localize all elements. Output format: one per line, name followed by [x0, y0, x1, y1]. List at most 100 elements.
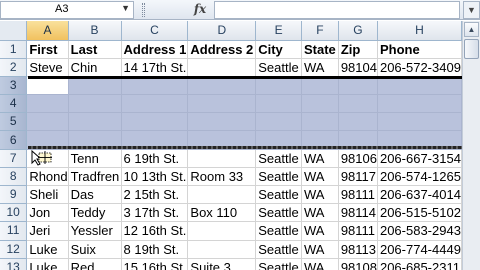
cell[interactable]: Phone	[377, 40, 462, 59]
cell[interactable]: Suite 3	[187, 258, 257, 270]
cell[interactable]: Seattle	[255, 149, 302, 168]
cell[interactable]: Seattle	[255, 203, 302, 223]
cell[interactable]: Tradfren	[68, 167, 122, 187]
row-header[interactable]: 8	[0, 167, 28, 187]
row-header[interactable]: 6	[0, 130, 28, 150]
cell[interactable]	[377, 94, 462, 114]
cell[interactable]	[187, 76, 257, 96]
cell[interactable]: Rhond	[26, 167, 69, 187]
column-header-f[interactable]: F	[301, 21, 339, 41]
cell[interactable]	[121, 76, 189, 96]
cell[interactable]: 98111	[338, 221, 378, 241]
cell[interactable]: Yessler	[68, 221, 122, 241]
cell[interactable]	[377, 112, 462, 132]
cell[interactable]	[187, 185, 257, 205]
cell[interactable]: 12 16th St.	[121, 221, 189, 241]
cell[interactable]: Seattle	[255, 258, 302, 270]
row-header[interactable]: 4	[0, 94, 28, 114]
active-cell[interactable]	[26, 76, 69, 96]
cell[interactable]: 14 17th St.	[121, 58, 189, 77]
name-box[interactable]: A3 ▼	[0, 1, 134, 19]
cell[interactable]	[301, 76, 339, 96]
row-header[interactable]: 12	[0, 240, 28, 259]
vertical-scrollbar[interactable]: ▲	[462, 21, 480, 270]
cell[interactable]: First	[26, 40, 69, 59]
cell[interactable]	[68, 112, 122, 132]
cell[interactable]: 98113	[338, 240, 378, 259]
cell[interactable]	[255, 94, 302, 114]
cell[interactable]: 98106	[338, 149, 378, 168]
cell[interactable]: 98117	[338, 167, 378, 187]
cell[interactable]	[26, 94, 69, 114]
cell[interactable]: Steve	[26, 58, 69, 77]
cell[interactable]: Das	[68, 185, 122, 205]
cell[interactable]: WA	[301, 167, 339, 187]
cell[interactable]: WA	[301, 240, 339, 259]
row-header[interactable]: 13	[0, 258, 28, 270]
cell[interactable]: 206-685-2311	[377, 258, 462, 270]
cell[interactable]: WA	[301, 258, 339, 270]
cell[interactable]: Luke	[26, 240, 69, 259]
column-header-g[interactable]: G	[338, 21, 378, 41]
cell[interactable]: Chin	[68, 58, 122, 77]
insert-function-button[interactable]: fx	[188, 0, 212, 19]
cell[interactable]: 206-774-4449	[377, 240, 462, 259]
cell[interactable]: 2 15th St.	[121, 185, 189, 205]
cell[interactable]	[121, 94, 189, 114]
row-header[interactable]: 7	[0, 149, 28, 168]
cell[interactable]: Luke	[26, 258, 69, 270]
cell[interactable]: 98104	[338, 58, 378, 77]
expand-formula-bar-icon[interactable]: ▼	[463, 1, 480, 19]
scroll-thumb[interactable]	[464, 39, 479, 59]
row-header[interactable]: 2	[0, 58, 28, 77]
cell[interactable]	[68, 94, 122, 114]
column-header-d[interactable]: D	[187, 21, 257, 41]
row-header[interactable]: 9	[0, 185, 28, 205]
cell[interactable]: Sheli	[26, 185, 69, 205]
cell[interactable]: Seattle	[255, 240, 302, 259]
row-header[interactable]: 10	[0, 203, 28, 223]
cell[interactable]	[377, 76, 462, 96]
cell[interactable]: 3 17th St.	[121, 203, 189, 223]
formula-bar-grip[interactable]	[142, 3, 145, 17]
cell[interactable]: State	[301, 40, 339, 59]
cell[interactable]: WA	[301, 58, 339, 77]
cell[interactable]: Seattle	[255, 167, 302, 187]
cell[interactable]: Room 33	[187, 167, 257, 187]
cell[interactable]	[187, 58, 257, 77]
select-all-corner[interactable]	[0, 21, 28, 41]
cell[interactable]: Seattle	[255, 221, 302, 241]
cell[interactable]: Kevin	[26, 149, 69, 168]
cell[interactable]: Jeri	[26, 221, 69, 241]
cell[interactable]: Box 110	[187, 203, 257, 223]
cell[interactable]	[187, 221, 257, 241]
cell[interactable]	[187, 94, 257, 114]
cell[interactable]: 206-574-1265	[377, 167, 462, 187]
cell[interactable]	[338, 112, 378, 132]
cell[interactable]	[187, 240, 257, 259]
cell[interactable]	[301, 94, 339, 114]
cell[interactable]: 206-637-4014	[377, 185, 462, 205]
cell[interactable]: WA	[301, 185, 339, 205]
cell[interactable]: 8 19th St.	[121, 240, 189, 259]
cell[interactable]	[338, 76, 378, 96]
column-header-a[interactable]: A	[26, 21, 69, 41]
column-header-b[interactable]: B	[68, 21, 122, 41]
cell[interactable]: 206-667-3154	[377, 149, 462, 168]
row-header[interactable]: 5	[0, 112, 28, 132]
cell[interactable]	[187, 112, 257, 132]
cell[interactable]: WA	[301, 149, 339, 168]
cell[interactable]	[26, 112, 69, 132]
cell[interactable]: 206-572-3409	[377, 58, 462, 77]
cell[interactable]	[338, 94, 378, 114]
cell[interactable]	[255, 76, 302, 96]
column-header-h[interactable]: H	[377, 21, 462, 41]
cell[interactable]	[187, 149, 257, 168]
cell[interactable]: WA	[301, 221, 339, 241]
cell[interactable]: Red	[68, 258, 122, 270]
scroll-up-icon[interactable]: ▲	[464, 22, 479, 37]
cell[interactable]: Address 2	[187, 40, 257, 59]
cell[interactable]: Suix	[68, 240, 122, 259]
name-box-dropdown-icon[interactable]: ▼	[121, 3, 130, 13]
cell[interactable]: 10 13th St.	[121, 167, 189, 187]
